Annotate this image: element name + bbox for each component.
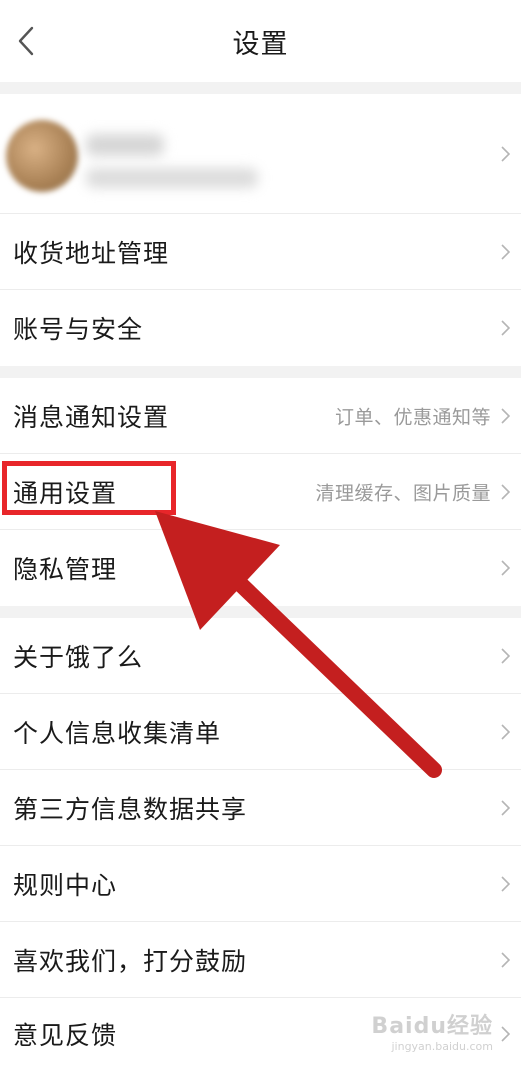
profile-row[interactable] xyxy=(0,94,521,214)
chevron-right-icon xyxy=(501,800,510,816)
chevron-right-icon xyxy=(501,876,510,892)
menu-item-label: 关于饿了么 xyxy=(13,643,144,672)
menu-item-label: 消息通知设置 xyxy=(13,403,170,432)
menu-item-label: 账号与安全 xyxy=(13,315,144,344)
menu-item-subtitle: 清理缓存、图片质量 xyxy=(315,482,491,505)
menu-item-subtitle: 订单、优惠通知等 xyxy=(334,406,491,429)
chevron-right-icon xyxy=(501,244,510,260)
blurred-username xyxy=(86,134,164,156)
menu-item-label: 规则中心 xyxy=(13,871,118,900)
chevron-right-icon xyxy=(501,648,510,664)
section-separator xyxy=(0,606,521,618)
menu-item-address[interactable]: 收货地址管理 xyxy=(0,214,521,290)
watermark: Baidu经验 jingyan.baidu.com xyxy=(371,1008,493,1053)
watermark-url: jingyan.baidu.com xyxy=(391,1040,493,1053)
menu-item-third-party-sharing[interactable]: 第三方信息数据共享 xyxy=(0,770,521,846)
menu-item-personal-info-list[interactable]: 个人信息收集清单 xyxy=(0,694,521,770)
menu-item-label: 收货地址管理 xyxy=(13,239,170,268)
chevron-right-icon xyxy=(501,146,510,162)
menu-item-label: 第三方信息数据共享 xyxy=(13,795,248,824)
chevron-right-icon xyxy=(501,952,510,968)
chevron-right-icon xyxy=(501,560,510,576)
avatar xyxy=(6,120,78,192)
chevron-right-icon xyxy=(501,320,510,336)
watermark-brand: Baidu经验 xyxy=(371,1014,493,1039)
chevron-right-icon xyxy=(501,408,510,424)
page-title: 设置 xyxy=(232,29,289,60)
menu-item-notifications[interactable]: 消息通知设置 订单、优惠通知等 xyxy=(0,378,521,454)
section-separator xyxy=(0,366,521,378)
menu-item-rules-center[interactable]: 规则中心 xyxy=(0,846,521,922)
nav-bar: 设置 xyxy=(0,0,521,82)
section-separator xyxy=(0,82,521,94)
highlight-box xyxy=(2,461,176,515)
menu-item-label: 喜欢我们，打分鼓励 xyxy=(13,947,248,976)
menu-item-label: 个人信息收集清单 xyxy=(13,719,222,748)
blurred-user-info xyxy=(86,168,258,188)
menu-item-rate-us[interactable]: 喜欢我们，打分鼓励 xyxy=(0,922,521,998)
menu-item-label: 隐私管理 xyxy=(13,555,118,584)
chevron-right-icon xyxy=(501,724,510,740)
menu-item-account-security[interactable]: 账号与安全 xyxy=(0,290,521,366)
menu-item-about[interactable]: 关于饿了么 xyxy=(0,618,521,694)
chevron-right-icon xyxy=(501,1025,510,1042)
menu-item-label: 意见反馈 xyxy=(13,1020,118,1050)
chevron-right-icon xyxy=(501,484,510,500)
menu-item-privacy[interactable]: 隐私管理 xyxy=(0,530,521,606)
